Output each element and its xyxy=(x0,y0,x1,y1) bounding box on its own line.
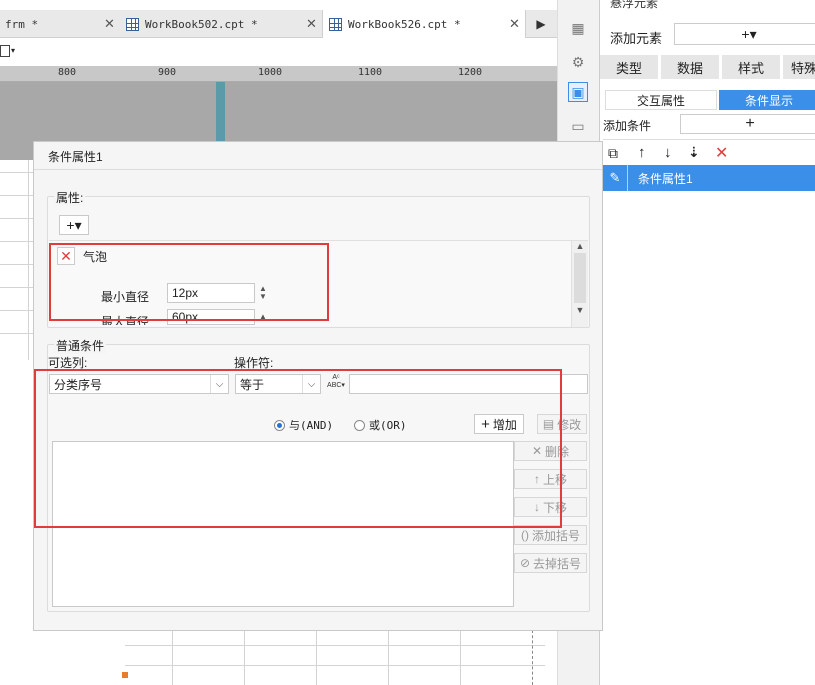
property-label: 属性: xyxy=(54,189,86,206)
arrow-up-icon[interactable]: ↑ xyxy=(638,144,646,161)
tab-label: frm * xyxy=(5,17,39,31)
tab-data[interactable]: 数据 xyxy=(661,55,719,79)
condition-item-label: 条件属性1 xyxy=(638,171,693,186)
tab-workbook526[interactable]: WorkBook526.cpt * ✕ xyxy=(322,10,526,38)
ruler-tick: 800 xyxy=(58,67,77,78)
remove-bracket-icon: ⊘ xyxy=(519,556,531,570)
arrow-down-icon[interactable]: ↓ xyxy=(664,144,672,161)
scroll-down-icon[interactable]: ▼ xyxy=(572,305,588,315)
document-tab-bar: frm * ✕ WorkBook502.cpt * ✕ WorkBook526.… xyxy=(0,10,557,38)
remove-bracket-button[interactable]: ⊘ 去掉括号 xyxy=(514,553,587,573)
secondary-toolbar: ▾ xyxy=(0,38,557,66)
property-scrollbar[interactable]: ▲ ▼ xyxy=(571,241,588,327)
ruler-tick: 1200 xyxy=(458,67,483,78)
close-icon[interactable]: ✕ xyxy=(104,16,115,32)
add-property-button[interactable]: +▾ xyxy=(59,215,89,235)
add-condition-label: 添加条件 xyxy=(603,119,652,133)
add-condition-button[interactable]: + xyxy=(680,114,815,134)
workbook-icon xyxy=(329,17,342,31)
scroll-thumb[interactable] xyxy=(574,253,586,303)
close-icon[interactable]: ✕ xyxy=(306,16,317,32)
tab-interaction[interactable]: 交互属性 xyxy=(605,90,717,110)
tab-type[interactable]: 类型 xyxy=(600,55,658,79)
ruler-tick: 1100 xyxy=(358,67,383,78)
add-element-button[interactable]: +▾ xyxy=(674,23,815,45)
common-condition-label: 普通条件 xyxy=(54,337,107,354)
ruler-tick: 1000 xyxy=(258,67,283,78)
cell-attribute-icon[interactable]: ▦ xyxy=(568,18,588,38)
highlight-box-condition xyxy=(34,369,562,528)
add-element-label: 添加元素 xyxy=(610,31,663,46)
add-bracket-button[interactable]: () 添加括号 xyxy=(514,525,587,545)
tab-special[interactable]: 特殊 xyxy=(783,55,815,79)
panel-header: 悬浮元素 xyxy=(610,0,659,10)
selection-marker xyxy=(216,82,225,142)
property-panel: 悬浮元素 添加元素 +▾ 类型 数据 样式 特殊 交互属性 条件显示 添加条件 … xyxy=(599,0,815,685)
copy-icon[interactable]: ⧉ xyxy=(608,145,618,162)
remove-bracket-label: 去掉括号 xyxy=(533,556,582,571)
tab-label: WorkBook526.cpt * xyxy=(348,17,461,31)
highlight-box-bubble xyxy=(49,243,329,321)
add-bracket-label: 添加括号 xyxy=(531,528,580,543)
tab-list-icon[interactable]: ▶ xyxy=(530,10,552,38)
float-element-icon[interactable]: ▣ xyxy=(568,82,588,102)
form-element-icon[interactable]: ▭ xyxy=(568,116,588,136)
chevron-down-icon[interactable]: ▾ xyxy=(11,46,15,55)
delete-icon[interactable]: ✕ xyxy=(715,143,728,163)
edit-pencil-icon[interactable]: ✎ xyxy=(603,170,627,186)
condition-list-item[interactable]: ✎ 条件属性1 xyxy=(603,165,815,191)
workbook-icon xyxy=(126,17,139,31)
tab-label: WorkBook502.cpt * xyxy=(145,17,258,31)
close-icon[interactable]: ✕ xyxy=(509,16,520,32)
tab-conditional-display[interactable]: 条件显示 xyxy=(719,90,815,110)
horizontal-ruler: 800 900 1000 1100 1200 xyxy=(0,66,557,82)
tab-workbook502[interactable]: WorkBook502.cpt * ✕ xyxy=(120,10,322,38)
move-bottom-icon[interactable]: ⇣ xyxy=(688,144,700,161)
bracket-icon: () xyxy=(520,528,529,542)
tab-style[interactable]: 样式 xyxy=(722,55,780,79)
dialog-title: 条件属性1 xyxy=(48,150,103,164)
widget-settings-icon[interactable]: ⚙ xyxy=(568,52,588,72)
tab-frm[interactable]: frm * ✕ xyxy=(0,10,120,38)
scroll-up-icon[interactable]: ▲ xyxy=(572,241,588,251)
frame-icon[interactable] xyxy=(0,45,10,57)
ruler-tick: 900 xyxy=(158,67,177,78)
